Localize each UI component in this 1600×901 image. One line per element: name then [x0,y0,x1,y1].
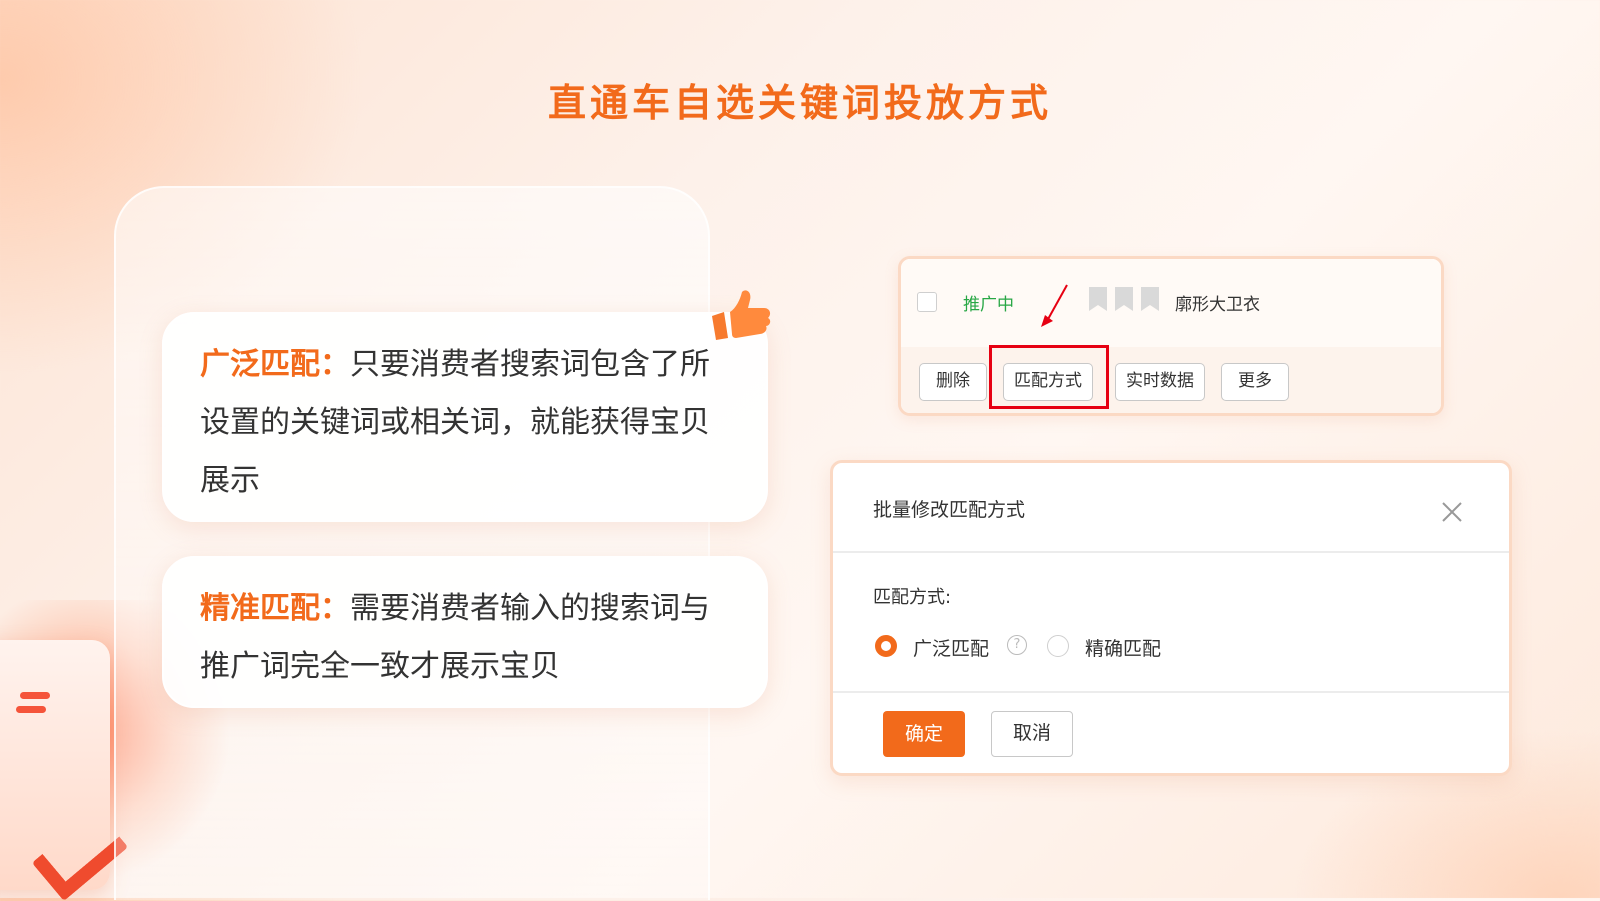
red-arrow-icon [1041,284,1068,327]
delete-button[interactable]: 删除 [919,363,987,401]
listing-row: 推广中 廓形大卫衣 [901,259,1441,347]
match-type-label: 匹配方式: [873,587,952,608]
realtime-data-button[interactable]: 实时数据 [1115,363,1205,401]
dialog-title: 批量修改匹配方式 [873,499,1026,521]
radio-broad-match[interactable] [875,635,897,657]
product-name: 廓形大卫衣 [1175,295,1260,315]
flag-icon [1089,287,1107,311]
radio-exact-match[interactable] [1047,635,1069,657]
highlight-box [989,345,1109,409]
broad-match-label: 广泛匹配： [200,347,350,382]
flag-icon [1115,287,1133,311]
exact-match-label: 精准匹配： [200,591,350,626]
radio-broad-label[interactable]: 广泛匹配 [913,634,989,661]
help-icon[interactable]: ? [1007,635,1027,655]
thumbs-up-icon [712,290,771,340]
status-text: 推广中 [963,295,1014,315]
radio-exact-label[interactable]: 精确匹配 [1085,634,1161,661]
more-button[interactable]: 更多 [1221,363,1289,401]
broad-match-card: 广泛匹配：只要消费者搜索词包含了所设置的关键词或相关词，就能获得宝贝展示 [162,312,768,522]
confirm-button[interactable]: 确定 [883,711,965,757]
flag-group [1089,287,1167,315]
divider [833,551,1509,553]
checkbox-icon[interactable] [917,292,937,312]
page-title: 直通车自选关键词投放方式 [547,81,1052,125]
clipboard-line [16,706,46,713]
promotion-listing-panel: 推广中 廓形大卫衣 删除 匹配方式 实时数据 更多 [898,256,1444,416]
exact-match-card: 精准匹配：需要消费者输入的搜索词与推广词完全一致才展示宝贝 [162,556,768,708]
cancel-button[interactable]: 取消 [991,711,1073,757]
divider [833,691,1509,693]
flag-icon [1141,287,1159,311]
batch-match-dialog: 批量修改匹配方式 匹配方式: 广泛匹配 ? 精确匹配 确定 取消 [830,460,1512,776]
clipboard-line [20,692,50,699]
glass-panel [114,186,710,900]
close-icon[interactable] [1439,499,1465,525]
